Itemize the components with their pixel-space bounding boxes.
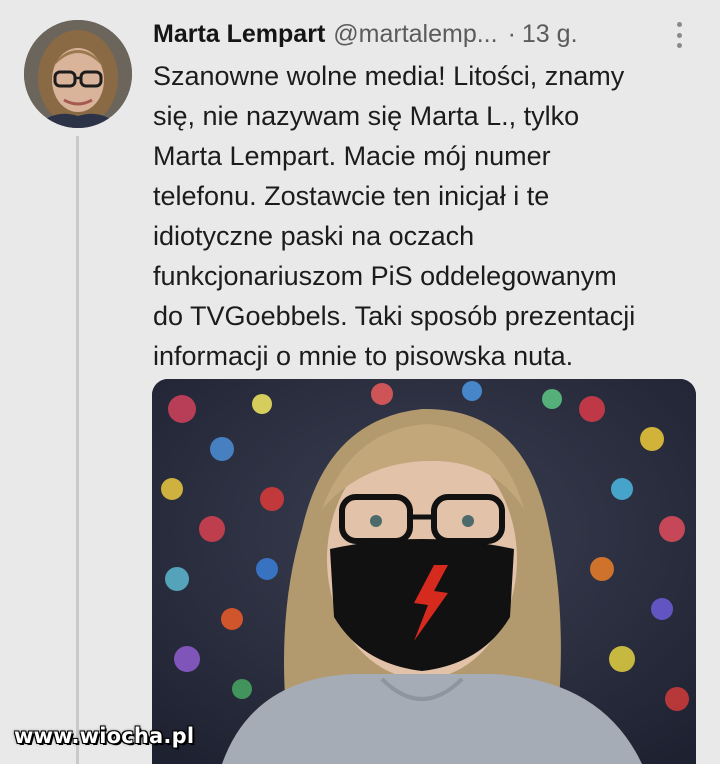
tweet-text-line: funkcjonariuszom PiS oddelegowanym bbox=[153, 261, 617, 291]
thread-line bbox=[76, 136, 79, 764]
watermark: www.wiocha.pl bbox=[14, 724, 195, 748]
timestamp[interactable]: 13 g. bbox=[522, 20, 578, 49]
tweet-header: Marta Lempart @martalemp... · 13 g. bbox=[153, 14, 698, 54]
tweet-text: Szanowne wolne media! Litości, znamy się… bbox=[153, 56, 701, 376]
photo-image bbox=[152, 379, 696, 764]
tweet-text-line: do TVGoebbels. Taki sposób prezentacji bbox=[153, 301, 636, 331]
more-vertical-icon[interactable] bbox=[674, 22, 684, 48]
tweet: Marta Lempart @martalemp... · 13 g. Szan… bbox=[0, 0, 720, 764]
tweet-text-line: informacji o mnie to pisowska nuta. bbox=[153, 341, 574, 371]
avatar[interactable] bbox=[24, 20, 132, 128]
tweet-text-line: telefonu. Zostawcie ten inicjał i te bbox=[153, 181, 550, 211]
user-handle[interactable]: @martalemp... bbox=[333, 20, 497, 49]
separator: · bbox=[507, 19, 516, 48]
tweet-text-line: idiotyczne paski na oczach bbox=[153, 221, 475, 251]
tweet-text-line: się, nie nazywam się Marta L., tylko bbox=[153, 101, 580, 131]
tweet-text-line: Szanowne wolne media! Litości, znamy bbox=[153, 61, 625, 91]
tweet-text-line: Marta Lempart. Macie mój numer bbox=[153, 141, 551, 171]
avatar-image bbox=[24, 20, 132, 128]
tweet-media-photo[interactable] bbox=[152, 379, 696, 764]
display-name[interactable]: Marta Lempart bbox=[153, 20, 325, 49]
